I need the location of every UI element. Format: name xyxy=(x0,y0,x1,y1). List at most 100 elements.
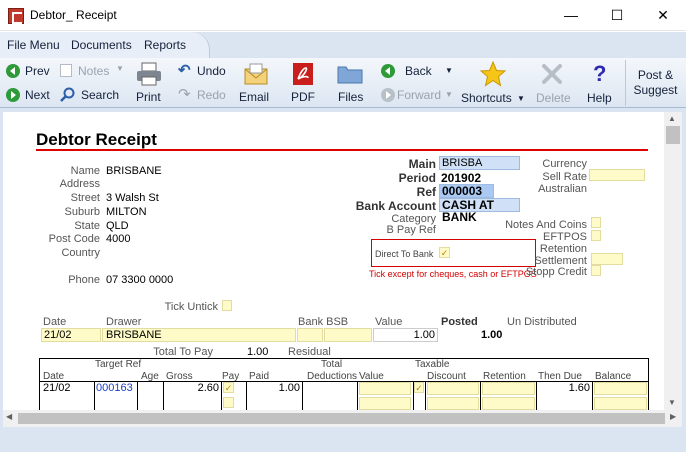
horizontal-scroll-thumb[interactable] xyxy=(18,413,665,424)
bank-account-label: Bank Account xyxy=(355,199,436,213)
minimize-button[interactable]: — xyxy=(548,0,594,31)
suburb-value[interactable]: MILTON xyxy=(106,206,147,218)
row-value-field[interactable] xyxy=(359,382,411,395)
pdf-icon[interactable] xyxy=(292,62,314,86)
back-dropdown-icon[interactable]: ▼ xyxy=(445,66,453,75)
bank-account-field[interactable]: CASH AT BANK xyxy=(439,198,520,223)
stopp-credit-checkbox[interactable] xyxy=(591,265,601,276)
help-icon[interactable]: ? xyxy=(593,61,606,87)
state-label: State xyxy=(74,220,100,232)
header-taxable: Taxable xyxy=(415,359,450,370)
vertical-scroll-thumb[interactable] xyxy=(666,126,680,144)
vertical-scrollbar[interactable] xyxy=(664,112,682,410)
post-suggest-label-line2: Suggest xyxy=(633,83,678,97)
row2-pay-checkbox[interactable] xyxy=(223,397,234,408)
street-label: Street xyxy=(70,192,100,204)
row2-discount-field[interactable] xyxy=(427,397,479,410)
email-icon[interactable] xyxy=(244,62,268,86)
receipt-value: 1.00 xyxy=(413,329,435,341)
menu-file[interactable]: File Menu xyxy=(7,38,60,52)
row-retention-field[interactable] xyxy=(482,382,535,395)
name-value[interactable]: BRISBANE xyxy=(106,165,162,177)
files-button[interactable]: Files xyxy=(338,90,363,104)
back-arrow-icon[interactable] xyxy=(380,63,396,79)
period-value[interactable]: 201902 xyxy=(441,171,481,185)
forward-dropdown-icon[interactable]: ▼ xyxy=(445,90,453,99)
ref-field[interactable]: 000003 xyxy=(439,184,494,198)
row2-balance-field[interactable] xyxy=(594,397,647,410)
row-pay-checkbox[interactable]: ✓ xyxy=(223,382,234,393)
delete-button[interactable]: Delete xyxy=(536,91,571,105)
settlement-field[interactable] xyxy=(591,253,623,265)
row-taxable-checkbox[interactable]: ✓ xyxy=(414,382,424,393)
receipt-value-field[interactable]: 1.00 xyxy=(373,328,438,342)
maximize-button[interactable]: ☐ xyxy=(594,0,640,31)
row2-retention-field[interactable] xyxy=(482,397,535,410)
pdf-button[interactable]: PDF xyxy=(291,90,315,104)
forward-arrow-icon[interactable] xyxy=(380,87,396,103)
printer-icon[interactable] xyxy=(136,62,162,86)
receipt-drawer-header: Drawer xyxy=(106,316,142,328)
post-suggest-label-line1: Post & xyxy=(637,68,674,82)
folder-icon[interactable] xyxy=(337,64,363,84)
notes-dropdown-icon[interactable]: ▼ xyxy=(116,64,124,73)
window-title: Debtor_ Receipt xyxy=(30,8,117,22)
undo-icon[interactable]: ↶ xyxy=(178,61,191,79)
state-value[interactable]: QLD xyxy=(106,220,129,232)
scroll-left-icon[interactable]: ◀ xyxy=(6,412,12,421)
menu-documents[interactable]: Documents xyxy=(71,38,132,52)
shortcuts-button[interactable]: Shortcuts xyxy=(461,91,512,105)
receipt-date-field[interactable]: 21/02 xyxy=(41,328,101,342)
receipt-bsb-field-1[interactable] xyxy=(297,328,323,342)
print-button[interactable]: Print xyxy=(136,90,161,104)
sell-rate-field[interactable] xyxy=(589,169,645,181)
ref-label: Ref xyxy=(416,185,436,199)
post-suggest-button[interactable]: Post & Suggest xyxy=(625,60,685,106)
phone-value[interactable]: 07 3300 0000 xyxy=(106,274,173,286)
next-button[interactable]: Next xyxy=(25,88,50,102)
star-icon[interactable] xyxy=(480,61,506,87)
menu-reports[interactable]: Reports xyxy=(144,38,186,52)
street-value[interactable]: 3 Walsh St xyxy=(106,192,159,204)
row-balance-field[interactable] xyxy=(594,382,647,395)
notes-button[interactable]: Notes xyxy=(78,64,109,78)
postcode-value[interactable]: 4000 xyxy=(106,233,130,245)
tick-untick-checkbox[interactable] xyxy=(222,300,232,311)
bpay-ref-label: B Pay Ref xyxy=(386,224,436,236)
close-button[interactable]: ✕ xyxy=(640,0,686,31)
back-button[interactable]: Back xyxy=(405,64,432,78)
eftpos-checkbox[interactable] xyxy=(591,230,601,241)
undo-button[interactable]: Undo xyxy=(197,64,226,78)
redo-icon[interactable]: ↷ xyxy=(178,85,191,103)
prev-button[interactable]: Prev xyxy=(25,64,50,78)
notes-coins-checkbox[interactable] xyxy=(591,217,601,228)
search-button[interactable]: Search xyxy=(81,88,119,102)
page-title: Debtor Receipt xyxy=(36,130,157,149)
search-icon[interactable] xyxy=(60,87,76,103)
prev-arrow-icon[interactable] xyxy=(5,63,21,79)
notes-icon xyxy=(60,64,72,77)
stopp-credit-label: Stopp Credit xyxy=(525,266,587,278)
row-ref-link[interactable]: 000163 xyxy=(96,382,133,394)
row2-value-field[interactable] xyxy=(359,397,411,410)
forward-button[interactable]: Forward xyxy=(397,88,441,102)
scroll-right-icon[interactable]: ▶ xyxy=(670,412,676,421)
document-canvas: Debtor Receipt Name BRISBANE Address Str… xyxy=(3,112,664,410)
delete-icon[interactable] xyxy=(541,63,563,85)
header-target-ref: Target Ref xyxy=(95,359,142,370)
receipt-undistributed-header: Un Distributed xyxy=(507,316,577,328)
next-arrow-icon[interactable] xyxy=(5,87,21,103)
redo-button[interactable]: Redo xyxy=(197,88,226,102)
shortcuts-dropdown-icon[interactable]: ▼ xyxy=(517,94,525,103)
receipt-drawer-field[interactable]: BRISBANE xyxy=(102,328,296,342)
email-button[interactable]: Email xyxy=(239,90,269,104)
receipt-bsb-field-2[interactable] xyxy=(324,328,372,342)
residual-label: Residual xyxy=(288,346,331,358)
scroll-down-icon[interactable]: ▼ xyxy=(668,398,676,407)
row-paid[interactable]: 1.00 xyxy=(247,382,300,394)
sell-rate-label: Sell Rate xyxy=(542,171,587,183)
help-button[interactable]: Help xyxy=(587,91,612,105)
scroll-up-icon[interactable]: ▲ xyxy=(668,114,676,123)
row-discount-field[interactable] xyxy=(427,382,479,395)
direct-to-bank-checkbox[interactable]: ✓ xyxy=(439,247,450,258)
